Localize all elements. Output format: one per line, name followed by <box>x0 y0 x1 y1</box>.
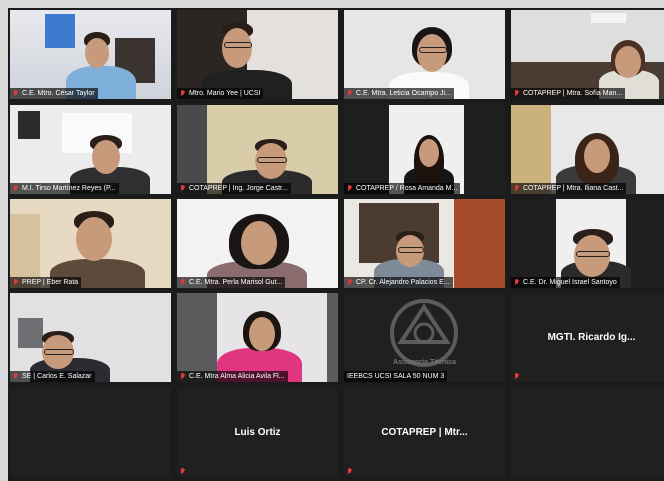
participant-tile[interactable]: Asistencia Técnica IEEBCS UCSI SALA 50 N… <box>344 293 505 382</box>
participant-tile[interactable]: PREP | Eber Rata <box>10 199 171 288</box>
muted-mic-icon <box>347 185 353 192</box>
participant-tile[interactable]: COTAPREP | Ing. Jorge Castr... <box>177 105 338 194</box>
muted-mic-icon <box>180 279 186 286</box>
participant-tile[interactable] <box>10 388 171 477</box>
participant-tile[interactable]: SE | Carlos E. Salazar <box>10 293 171 382</box>
participant-tile[interactable]: CP. Cr. Alejandro Palacios E... <box>344 199 505 288</box>
participant-display-name: Luis Ortiz <box>234 427 281 438</box>
participant-display-name: COTAPREP | Mtr... <box>381 427 468 438</box>
muted-mic-icon <box>347 468 353 475</box>
muted-mic-icon <box>514 185 520 192</box>
participant-tile[interactable]: C.E. Mtra Alma Alicia Avila Fl... <box>177 293 338 382</box>
muted-mic-icon <box>13 279 19 286</box>
muted-mic-icon <box>13 373 19 380</box>
muted-mic-icon <box>347 279 353 286</box>
muted-mic-icon <box>514 373 520 380</box>
participant-tile[interactable]: COTAPREP | Mtr... <box>344 388 505 477</box>
muted-mic-icon <box>180 468 186 475</box>
muted-mic-icon <box>13 90 19 97</box>
participant-tile[interactable]: C.E. Mtra. Leticia Ocampo Ji... <box>344 10 505 99</box>
participant-tile[interactable]: M.I. Tirso Martínez Reyes (P... <box>10 105 171 194</box>
participant-display-name: MGTI. Ricardo Ig... <box>547 332 636 343</box>
asistencia-tecnica-logo: Asistencia Técnica <box>379 297 470 375</box>
muted-mic-icon <box>514 279 520 286</box>
participant-tile[interactable] <box>511 388 664 477</box>
participant-tile[interactable]: Luis Ortiz <box>177 388 338 477</box>
participant-label: C.E. Mtro. César Taylor <box>10 88 98 99</box>
muted-mic-icon <box>514 90 520 97</box>
participant-tile[interactable]: C.E. Mtro. César Taylor <box>10 10 171 99</box>
participant-tile[interactable]: COTAPREP | Mtra. Sofía Man... <box>511 10 664 99</box>
wall-painting <box>45 14 75 48</box>
muted-mic-icon <box>180 90 186 97</box>
participant-tile[interactable]: COTAPREP / Rosa Amanda M... <box>344 105 505 194</box>
participant-tile[interactable]: Mtro. Mario Yee | UCSI <box>177 10 338 99</box>
participant-tile[interactable]: C.E. Mtra. Perla Marisol Gut... <box>177 199 338 288</box>
muted-mic-icon <box>180 185 186 192</box>
muted-mic-icon <box>13 185 19 192</box>
muted-mic-icon <box>180 373 186 380</box>
participant-tile[interactable]: COTAPREP | Mtra. Iliana Cast... <box>511 105 664 194</box>
participant-tile[interactable]: MGTI. Ricardo Ig... <box>511 293 664 382</box>
muted-mic-icon <box>347 90 353 97</box>
participant-tile[interactable]: C.E. Dr. Miguel Israel Santoyo <box>511 199 664 288</box>
